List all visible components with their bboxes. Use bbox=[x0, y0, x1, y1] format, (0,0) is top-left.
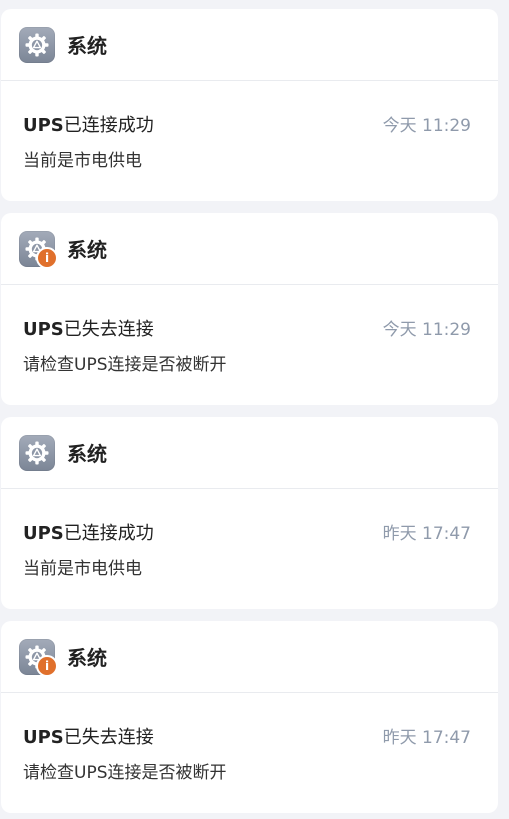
notification-time: 昨天 17:47 bbox=[382, 524, 471, 544]
title-prefix: UPS bbox=[23, 115, 64, 136]
app-name: 系统 bbox=[67, 238, 107, 262]
notification-header: 系统 bbox=[1, 417, 498, 489]
title-text: 已连接成功 bbox=[63, 115, 154, 136]
notification-title: UPS已失去连接 bbox=[23, 725, 154, 751]
notification-time: 今天 11:29 bbox=[382, 320, 471, 340]
app-name: 系统 bbox=[67, 442, 107, 466]
notification-header: i 系统 bbox=[1, 213, 498, 285]
app-name: 系统 bbox=[67, 34, 107, 58]
title-text: 已失去连接 bbox=[63, 319, 154, 340]
title-prefix: UPS bbox=[23, 319, 64, 340]
system-app-icon: i bbox=[19, 639, 58, 677]
title-text: 已连接成功 bbox=[63, 523, 154, 544]
system-app-icon bbox=[19, 27, 55, 63]
title-text: 已失去连接 bbox=[63, 727, 154, 748]
system-app-icon bbox=[19, 435, 55, 471]
gear-icon bbox=[25, 441, 49, 465]
notification-header: 系统 bbox=[1, 9, 498, 81]
title-prefix: UPS bbox=[23, 523, 64, 544]
notification-body: 请检查UPS连接是否被断开 bbox=[23, 763, 227, 783]
notification-title: UPS已连接成功 bbox=[23, 113, 154, 139]
app-name: 系统 bbox=[67, 646, 107, 670]
notification-body: 请检查UPS连接是否被断开 bbox=[23, 355, 227, 375]
notification-card[interactable]: 系统 UPS已连接成功 昨天 17:47 当前是市电供电 bbox=[1, 417, 498, 609]
notification-card[interactable]: i 系统 UPS已失去连接 昨天 17:47 请检查UPS连接是否被断开 bbox=[1, 621, 498, 813]
notification-body: 当前是市电供电 bbox=[23, 151, 142, 171]
notification-card[interactable]: i 系统 UPS已失去连接 今天 11:29 请检查UPS连接是否被断开 bbox=[1, 213, 498, 405]
notification-time: 今天 11:29 bbox=[382, 116, 471, 136]
notification-card[interactable]: 系统 UPS已连接成功 今天 11:29 当前是市电供电 bbox=[1, 9, 498, 201]
notification-body: 当前是市电供电 bbox=[23, 559, 142, 579]
info-badge-icon: i bbox=[36, 655, 58, 677]
notification-title: UPS已失去连接 bbox=[23, 317, 154, 343]
notification-time: 昨天 17:47 bbox=[382, 728, 471, 748]
info-badge-icon: i bbox=[36, 247, 58, 269]
gear-icon bbox=[25, 33, 49, 57]
notification-header: i 系统 bbox=[1, 621, 498, 693]
title-prefix: UPS bbox=[23, 727, 64, 748]
system-app-icon: i bbox=[19, 231, 58, 269]
notification-title: UPS已连接成功 bbox=[23, 521, 154, 547]
notification-list: 系统 UPS已连接成功 今天 11:29 当前是市电供电 i 系统 UPS已失去… bbox=[0, 0, 509, 819]
